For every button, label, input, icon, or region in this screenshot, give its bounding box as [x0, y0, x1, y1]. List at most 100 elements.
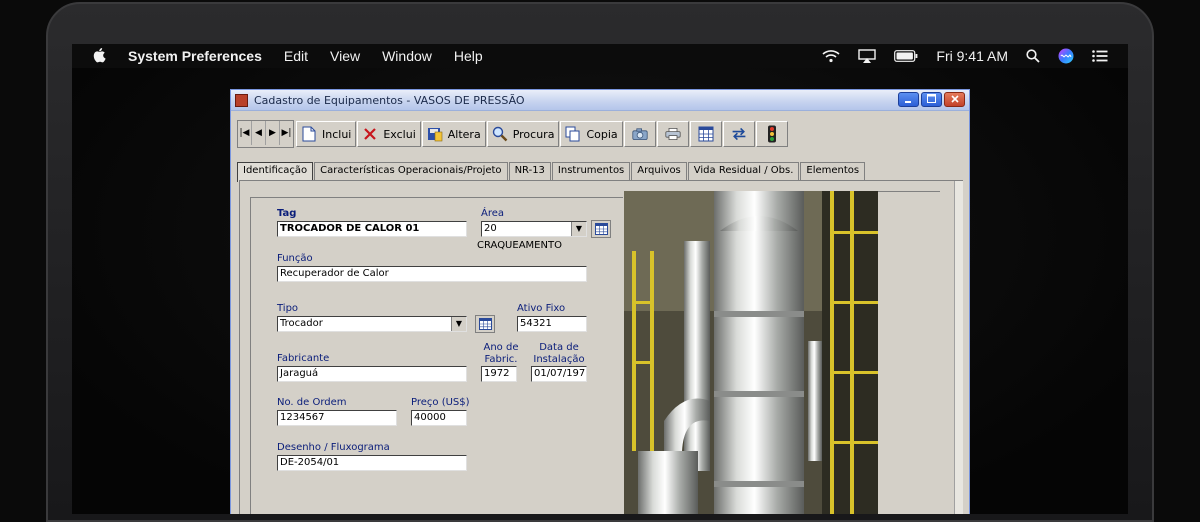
- tag-label: Tag: [277, 208, 297, 219]
- area-select[interactable]: 20 ▼: [481, 221, 587, 237]
- funcao-field[interactable]: Recuperador de Calor: [277, 266, 587, 282]
- magnifier-icon: [492, 126, 508, 142]
- identification-panel: Tag TROCADOR DE CALOR 01 Área 20 ▼ CRAQU…: [239, 180, 963, 514]
- preco-label: Preço (US$): [411, 397, 470, 408]
- menu-window[interactable]: Window: [382, 48, 432, 64]
- tag-field[interactable]: TROCADOR DE CALOR 01: [277, 221, 467, 237]
- screen: System Preferences Edit View Window Help…: [72, 44, 1128, 514]
- wifi-icon[interactable]: [822, 49, 840, 63]
- include-button[interactable]: Inclui: [296, 121, 357, 147]
- data-instalacao-field[interactable]: 01/07/1973: [531, 366, 587, 382]
- camera-button[interactable]: [623, 121, 656, 147]
- menu-clock[interactable]: Fri 9:41 AM: [936, 48, 1008, 64]
- area-description: CRAQUEAMENTO: [477, 240, 562, 251]
- fabricante-field[interactable]: Jaraguá: [277, 366, 467, 382]
- tipo-value: Trocador: [280, 318, 323, 329]
- include-label: Inclui: [322, 127, 352, 141]
- toolbar: |◀ ◀ ▶ ▶| Inclui Exclui Altera Procura C…: [237, 120, 789, 148]
- tab-elementos[interactable]: Elementos: [800, 162, 866, 181]
- edit-label: Altera: [447, 127, 481, 141]
- menu-app-name[interactable]: System Preferences: [128, 48, 262, 64]
- ativo-fixo-field[interactable]: 54321: [517, 316, 587, 332]
- record-navigator: |◀ ◀ ▶ ▶|: [237, 120, 294, 148]
- tab-instrumentos[interactable]: Instrumentos: [551, 162, 631, 181]
- search-button[interactable]: Procura: [486, 121, 560, 147]
- ordem-label: No. de Ordem: [277, 397, 347, 408]
- ano-fabric-label: Ano de Fabric.: [479, 342, 523, 366]
- area-lookup-button[interactable]: [591, 220, 611, 238]
- data-instalacao-label: Data de Instalação: [531, 342, 587, 366]
- delete-button[interactable]: Exclui: [357, 121, 421, 147]
- minimize-button[interactable]: [898, 92, 919, 107]
- identification-form: Tag TROCADOR DE CALOR 01 Área 20 ▼ CRAQU…: [250, 197, 623, 514]
- battery-icon[interactable]: [894, 50, 918, 62]
- desenho-label: Desenho / Fluxograma: [277, 442, 390, 453]
- siri-icon[interactable]: [1058, 48, 1074, 64]
- copy-icon: [565, 126, 581, 142]
- search-label: Procura: [512, 127, 555, 141]
- tab-arquivos[interactable]: Arquivos: [631, 162, 687, 181]
- data-instalacao-label-line1: Data de: [539, 342, 579, 353]
- last-record-icon[interactable]: ▶|: [280, 121, 293, 145]
- ano-fabric-field[interactable]: 1972: [481, 366, 517, 382]
- ano-fabric-label-line2: Fabric.: [484, 354, 518, 365]
- ativo-fixo-label: Ativo Fixo: [517, 303, 566, 314]
- data-instalacao-label-line2: Instalação: [533, 354, 585, 365]
- tab-vida-residual[interactable]: Vida Residual / Obs.: [687, 162, 800, 181]
- tab-nr13[interactable]: NR-13: [508, 162, 551, 181]
- window-titlebar[interactable]: Cadastro de Equipamentos - VASOS DE PRES…: [231, 90, 969, 111]
- delete-x-icon: [362, 126, 378, 142]
- transfer-arrows-icon: [731, 126, 747, 142]
- preco-field[interactable]: 40000: [411, 410, 467, 426]
- maximize-button[interactable]: [921, 92, 942, 107]
- calendar-grid-icon: [594, 223, 608, 235]
- area-value: 20: [484, 223, 497, 234]
- photo-frame: [878, 191, 940, 514]
- apple-menu-icon[interactable]: [92, 47, 106, 66]
- grid-view-button[interactable]: [689, 121, 722, 147]
- ano-fabric-label-line1: Ano de: [483, 342, 519, 353]
- close-button[interactable]: [944, 92, 965, 107]
- area-label: Área: [481, 208, 505, 219]
- funcao-label: Função: [277, 253, 313, 264]
- status-button[interactable]: [755, 121, 788, 147]
- vertical-scrollbar[interactable]: [954, 181, 963, 514]
- fabricante-label: Fabricante: [277, 353, 330, 364]
- menu-help[interactable]: Help: [454, 48, 483, 64]
- tab-identificacao[interactable]: Identificação: [237, 162, 314, 182]
- new-document-icon: [301, 126, 317, 142]
- delete-label: Exclui: [383, 127, 416, 141]
- camera-icon: [632, 126, 648, 142]
- menu-edit[interactable]: Edit: [284, 48, 308, 64]
- save-edit-icon: [427, 126, 443, 142]
- spotlight-search-icon[interactable]: [1026, 49, 1040, 63]
- chevron-down-icon[interactable]: ▼: [451, 317, 466, 331]
- traffic-light-icon: [764, 125, 780, 143]
- menu-view[interactable]: View: [330, 48, 360, 64]
- table-grid-icon: [698, 126, 714, 142]
- desenho-field[interactable]: DE-2054/01: [277, 455, 467, 471]
- notification-center-icon[interactable]: [1092, 50, 1108, 62]
- copy-label: Copia: [586, 127, 618, 141]
- transfer-button[interactable]: [722, 121, 755, 147]
- calendar-grid-icon: [478, 318, 492, 330]
- tab-caracteristicas[interactable]: Características Operacionais/Projeto: [314, 162, 508, 181]
- printer-icon: [665, 126, 681, 142]
- airplay-icon[interactable]: [858, 49, 877, 63]
- window-title: Cadastro de Equipamentos - VASOS DE PRES…: [254, 93, 525, 107]
- mac-menu-bar: System Preferences Edit View Window Help…: [72, 44, 1128, 68]
- first-record-icon[interactable]: |◀: [238, 121, 252, 145]
- chevron-down-icon[interactable]: ▼: [571, 222, 586, 236]
- equipment-photo: [624, 191, 878, 514]
- next-record-icon[interactable]: ▶: [266, 121, 280, 145]
- copy-button[interactable]: Copia: [560, 121, 623, 147]
- ordem-field[interactable]: 1234567: [277, 410, 397, 426]
- edit-button[interactable]: Altera: [421, 121, 486, 147]
- tab-bar: Identificação Características Operaciona…: [237, 162, 866, 182]
- equipment-register-window: Cadastro de Equipamentos - VASOS DE PRES…: [230, 89, 970, 514]
- prev-record-icon[interactable]: ◀: [252, 121, 266, 145]
- tipo-lookup-button[interactable]: [475, 315, 495, 333]
- tipo-select[interactable]: Trocador ▼: [277, 316, 467, 332]
- app-icon: [235, 93, 248, 107]
- print-button[interactable]: [656, 121, 689, 147]
